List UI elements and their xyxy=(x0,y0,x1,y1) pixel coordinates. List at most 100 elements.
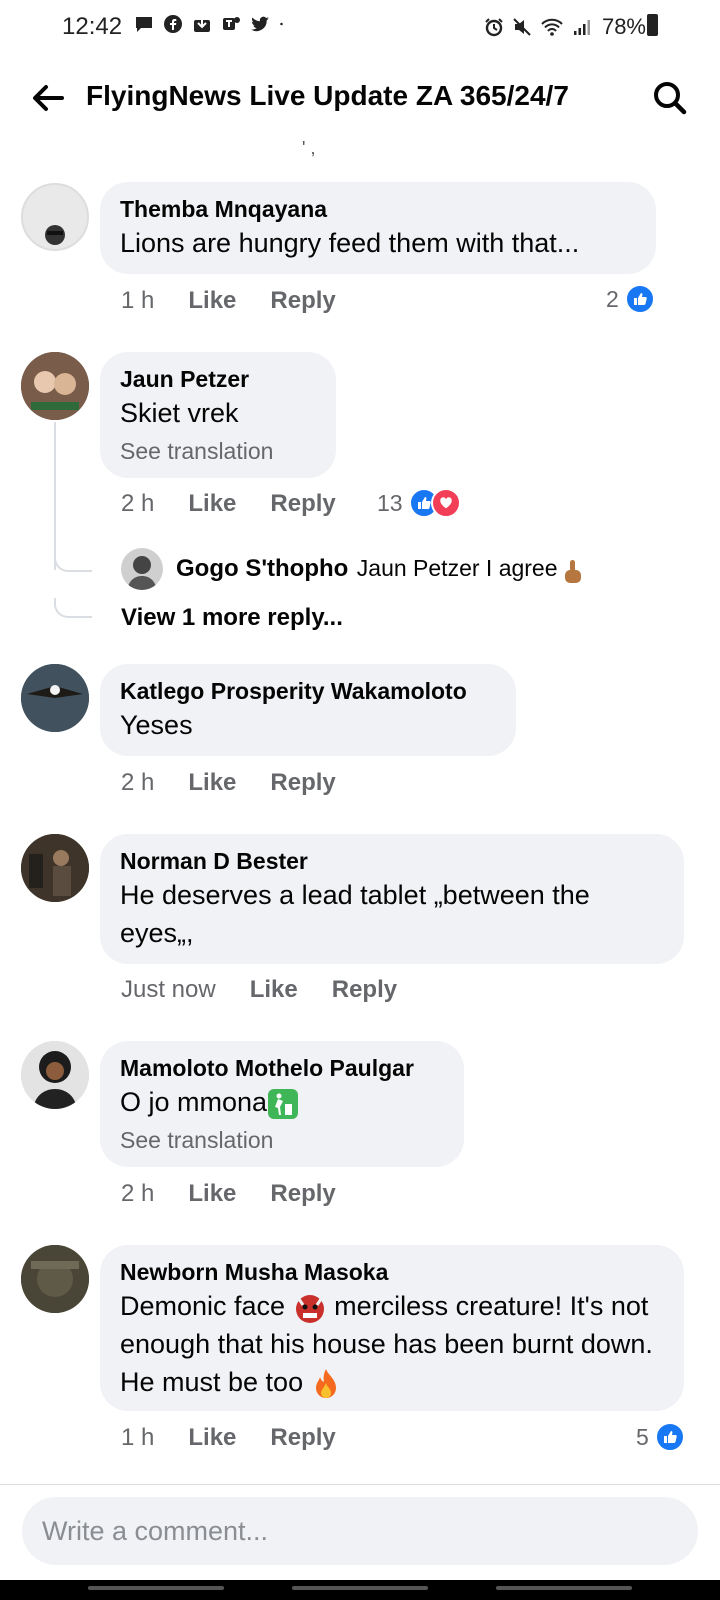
more-notifications-icon xyxy=(280,22,283,26)
reply-button[interactable]: Reply xyxy=(270,490,335,518)
comment-time[interactable]: 1 h xyxy=(121,1424,154,1452)
reaction-count: 5 xyxy=(636,1423,649,1450)
comment-text-row: O jo mmona xyxy=(120,1083,444,1121)
reply-button[interactable]: Reply xyxy=(270,1180,335,1208)
wifi-icon xyxy=(541,18,563,36)
ogre-emoji-icon xyxy=(295,1294,324,1323)
see-translation-link[interactable]: See translation xyxy=(120,436,316,466)
reply-button[interactable]: Reply xyxy=(270,1424,335,1452)
comment-author[interactable]: Themba Mnqayana xyxy=(120,194,636,224)
avatar-image xyxy=(21,834,89,902)
facebook-icon xyxy=(164,15,182,33)
comment-bubble[interactable]: Jaun Petzer Skiet vrek See translation xyxy=(100,352,336,478)
comment-author[interactable]: Mamoloto Mothelo Paulgar xyxy=(120,1053,444,1083)
system-icons: 78% xyxy=(484,14,646,40)
avatar[interactable] xyxy=(21,1041,89,1109)
nav-back-button[interactable] xyxy=(496,1586,632,1590)
like-button[interactable]: Like xyxy=(188,1180,236,1208)
download-icon xyxy=(194,17,210,32)
search-icon[interactable] xyxy=(650,78,690,118)
comment-text: Skiet vrek xyxy=(120,398,239,428)
reaction-summary[interactable]: 2 xyxy=(606,284,655,314)
finger-emoji-icon xyxy=(564,559,581,583)
comment-text: Demonic face merciless creature! It's no… xyxy=(120,1287,664,1401)
avatar-image xyxy=(45,225,65,245)
nav-recents-button[interactable] xyxy=(88,1586,224,1590)
reaction-summary[interactable]: 5 xyxy=(636,1422,685,1452)
avatar[interactable] xyxy=(21,834,89,902)
mute-icon xyxy=(513,18,531,36)
back-arrow-icon[interactable] xyxy=(28,78,68,118)
avatar[interactable] xyxy=(121,548,163,590)
avatar[interactable] xyxy=(21,664,89,732)
fire-emoji-icon xyxy=(315,1368,336,1398)
top-app-bar: FlyingNews Live Update ZA 365/24/7 xyxy=(0,62,720,134)
see-translation-link[interactable]: See translation xyxy=(120,1125,444,1155)
reply-button[interactable]: Reply xyxy=(270,769,335,797)
comment-time[interactable]: 2 h xyxy=(121,490,154,518)
comment-bubble[interactable]: Newborn Musha Masoka Demonic face mercil… xyxy=(100,1245,684,1411)
comment-author[interactable]: Norman D Bester xyxy=(120,846,664,876)
reaction-count: 13 xyxy=(377,489,403,516)
reaction-summary[interactable]: 13 xyxy=(377,488,461,518)
comment-bubble[interactable]: Themba Mnqayana Lions are hungry feed th… xyxy=(100,182,656,274)
avatar[interactable] xyxy=(21,352,89,420)
twitter-icon xyxy=(251,16,269,32)
comment-time[interactable]: 1 h xyxy=(121,287,154,315)
like-reaction-icon xyxy=(654,1422,685,1452)
system-navigation-bar xyxy=(0,1580,720,1600)
reply-button[interactable]: Reply xyxy=(332,976,397,1004)
comment-actions: 2 h Like Reply xyxy=(121,490,336,518)
comment-actions: Just now Like Reply xyxy=(121,976,397,1004)
comment-text: O jo mmona xyxy=(120,1087,268,1117)
battery-icon xyxy=(647,14,658,36)
comment-time[interactable]: 2 h xyxy=(121,1180,154,1208)
comment-time[interactable]: Just now xyxy=(121,976,216,1004)
avatar-image xyxy=(21,664,89,732)
comment-author[interactable]: Newborn Musha Masoka xyxy=(120,1257,664,1287)
clipped-text-remnant: ' , xyxy=(302,138,316,158)
comment-text-part: Demonic face xyxy=(120,1291,286,1321)
comment-time[interactable]: 2 h xyxy=(121,769,154,797)
like-button[interactable]: Like xyxy=(188,490,236,518)
comment-actions: 2 h Like Reply xyxy=(121,769,336,797)
comment-composer xyxy=(0,1484,720,1581)
comment-text: He deserves a lead tablet „between the e… xyxy=(120,880,590,948)
like-button[interactable]: Like xyxy=(188,769,236,797)
litter-bin-emoji-icon xyxy=(268,1088,299,1119)
nested-reply[interactable]: Gogo S'thopho Jaun Petzer I agree xyxy=(176,555,584,585)
avatar-image xyxy=(21,1245,89,1313)
battery-level: 78% xyxy=(601,14,646,39)
thread-connector xyxy=(54,548,92,572)
comment-text: Yeses xyxy=(120,710,193,740)
avatar[interactable] xyxy=(21,183,89,251)
reply-text: Jaun Petzer I agree xyxy=(356,555,558,581)
comment-bubble[interactable]: Mamoloto Mothelo Paulgar O jo mmona See … xyxy=(100,1041,464,1167)
comment-bubble[interactable]: Katlego Prosperity Wakamoloto Yeses xyxy=(100,664,516,756)
signal-icon xyxy=(573,20,590,35)
thread-connector xyxy=(54,598,92,618)
view-more-replies-link[interactable]: View 1 more reply... xyxy=(121,604,343,632)
reply-author[interactable]: Gogo S'thopho xyxy=(176,555,348,582)
like-button[interactable]: Like xyxy=(250,976,298,1004)
comment-input[interactable] xyxy=(22,1497,698,1565)
avatar-image xyxy=(127,556,157,590)
notification-icons xyxy=(134,14,289,34)
comment-actions: 2 h Like Reply xyxy=(121,1180,336,1208)
avatar-image xyxy=(21,1041,89,1109)
love-reaction-icon xyxy=(430,488,461,518)
avatar[interactable] xyxy=(21,1245,89,1313)
page-title: FlyingNews Live Update ZA 365/24/7 xyxy=(86,80,569,111)
comment-bubble[interactable]: Norman D Bester He deserves a lead table… xyxy=(100,834,684,964)
nav-home-button[interactable] xyxy=(292,1586,428,1590)
reaction-count: 2 xyxy=(606,285,619,312)
comment-author[interactable]: Katlego Prosperity Wakamoloto xyxy=(120,676,496,706)
status-time: 12:42 xyxy=(62,13,123,40)
alarm-icon xyxy=(485,18,503,37)
status-bar: 12:42 78% xyxy=(0,0,720,54)
like-button[interactable]: Like xyxy=(188,1424,236,1452)
like-reaction-icon xyxy=(624,284,655,314)
reply-button[interactable]: Reply xyxy=(270,287,335,315)
comment-author[interactable]: Jaun Petzer xyxy=(120,364,316,394)
like-button[interactable]: Like xyxy=(188,287,236,315)
